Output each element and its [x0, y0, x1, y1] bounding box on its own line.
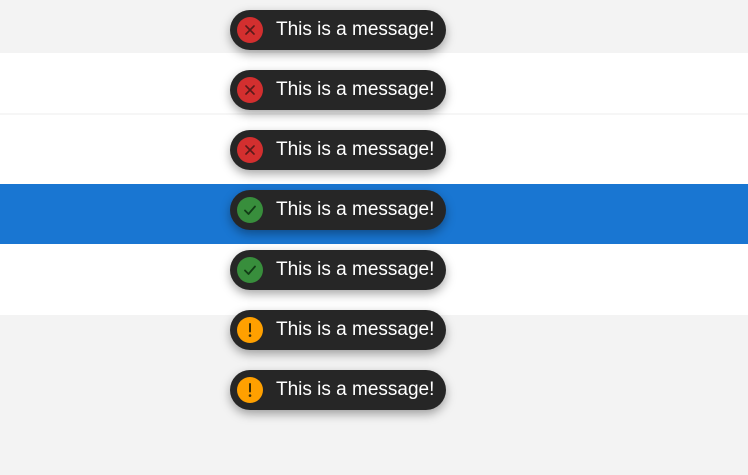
- toast-warning[interactable]: This is a message!: [230, 310, 446, 350]
- toast-message: This is a message!: [276, 139, 435, 160]
- toast-success[interactable]: This is a message!: [230, 250, 446, 290]
- check-circle-icon: [237, 197, 263, 223]
- close-circle-icon: [237, 17, 263, 43]
- toast-error[interactable]: This is a message!: [230, 130, 446, 170]
- toast-warning[interactable]: This is a message!: [230, 370, 446, 410]
- close-circle-icon: [237, 77, 263, 103]
- exclamation-circle-icon: [237, 317, 263, 343]
- toast-message: This is a message!: [276, 259, 435, 280]
- check-circle-icon: [237, 257, 263, 283]
- toast-message: This is a message!: [276, 379, 435, 400]
- toast-error[interactable]: This is a message!: [230, 10, 446, 50]
- toast-error[interactable]: This is a message!: [230, 70, 446, 110]
- toast-message: This is a message!: [276, 19, 435, 40]
- toast-message: This is a message!: [276, 79, 435, 100]
- toast-success[interactable]: This is a message!: [230, 190, 446, 230]
- toast-message: This is a message!: [276, 319, 435, 340]
- toast-message: This is a message!: [276, 199, 435, 220]
- close-circle-icon: [237, 137, 263, 163]
- exclamation-circle-icon: [237, 377, 263, 403]
